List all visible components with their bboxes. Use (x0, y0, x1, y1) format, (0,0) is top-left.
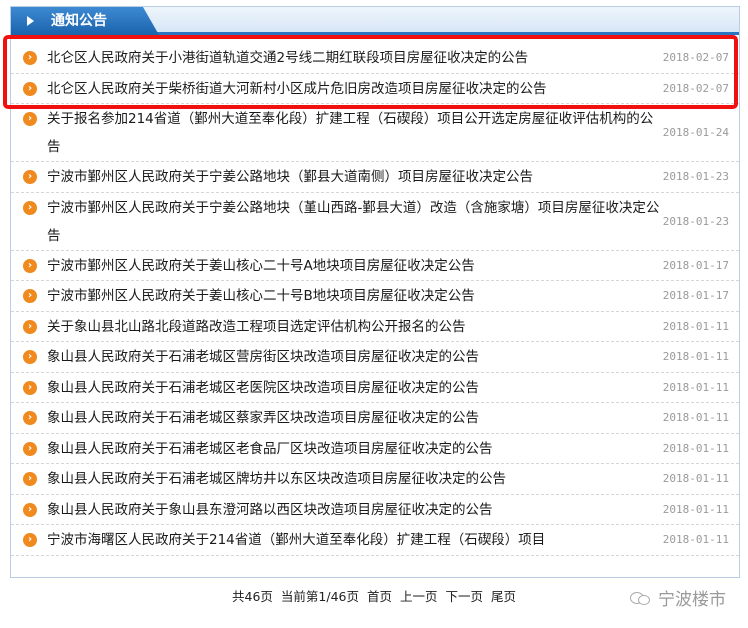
notice-date: 2018-01-11 (662, 441, 729, 455)
notice-title-link[interactable]: 宁波市鄞州区人民政府关于姜山核心二十号A地块项目房屋征收决定公告 (47, 252, 662, 280)
arrow-bullet-icon: › (23, 502, 37, 517)
watermark-text: 宁波楼市 (658, 590, 726, 610)
arrow-bullet-icon: › (23, 81, 37, 96)
notice-date: 2018-01-11 (662, 533, 729, 547)
notice-title-link[interactable]: 象山县人民政府关于象山县东澄河路以西区块改造项目房屋征收决定的公告 (47, 496, 662, 524)
next-page-link[interactable]: 下一页 (445, 589, 483, 604)
notice-title-link[interactable]: 北仑区人民政府关于柴桥街道大河新村小区成片危旧房改造项目房屋征收决定的公告 (47, 75, 662, 103)
notice-date: 2018-01-23 (662, 170, 729, 184)
first-page-link[interactable]: 首页 (367, 589, 392, 604)
notice-title-link[interactable]: 象山县人民政府关于石浦老城区蔡家弄区块改造项目房屋征收决定的公告 (47, 404, 662, 432)
notice-date: 2018-01-11 (662, 319, 729, 333)
notice-date: 2018-02-07 (662, 51, 729, 65)
notice-date: 2018-01-11 (662, 502, 729, 516)
notice-row[interactable]: › 关于象山县北山路北段道路改造工程项目选定评估机构公开报名的公告 2018-01-… (11, 312, 739, 342)
notice-date: 2018-01-11 (662, 350, 729, 364)
arrow-bullet-icon: › (23, 258, 37, 273)
arrow-bullet-icon: › (23, 380, 37, 395)
prev-page-link[interactable]: 上一页 (400, 589, 438, 604)
arrow-bullet-icon: › (23, 112, 37, 126)
notice-row[interactable]: › 象山县人民政府关于石浦老城区蔡家弄区块改造项目房屋征收决定的公告 2018-01… (11, 403, 739, 434)
notice-row[interactable]: › 象山县人民政府关于石浦老城区牌坊井以东区块改造项目房屋征收决定的公告 2018-… (11, 464, 739, 495)
notice-title-link[interactable]: 宁波市鄞州区人民政府关于宁姜公路地块（鄞县大道南侧）项目房屋征收决定公告 (47, 163, 662, 191)
page-total: 共46页 (232, 589, 273, 604)
arrow-bullet-icon: › (23, 200, 37, 215)
watermark: 宁波楼市 (630, 585, 726, 610)
notice-row[interactable]: › 北仑区人民政府关于柴桥街道大河新村小区成片危旧房改造项目房屋征收决定的公告 20… (11, 74, 739, 104)
arrow-bullet-icon: › (23, 170, 37, 184)
notice-title-link[interactable]: 象山县人民政府关于石浦老城区老食品厂区块改造项目房屋征收决定的公告 (47, 435, 662, 463)
notice-row[interactable]: › 宁波市鄞州区人民政府关于姜山核心二十号B地块项目房屋征收决定公告 2018-01… (11, 281, 739, 312)
notice-row[interactable]: › 象山县人民政府关于石浦老城区老食品厂区块改造项目房屋征收决定的公告 2018-0… (11, 434, 739, 464)
arrow-bullet-icon: › (23, 289, 37, 303)
notice-title-link[interactable]: 关于报名参加214省道（鄞州大道至奉化段）扩建工程（石碶段）项目公开选定房屋征收… (47, 105, 662, 161)
panel-header: 通知公告 (11, 7, 739, 35)
notice-title-link[interactable]: 北仑区人民政府关于小港街道轨道交通2号线二期红联段项目房屋征收决定的公告 (47, 44, 662, 72)
notice-date: 2018-01-17 (662, 289, 729, 303)
notice-title-link[interactable]: 宁波市海曙区人民政府关于214省道（鄞州大道至奉化段）扩建工程（石碶段）项目 (47, 526, 662, 554)
wechat-icon (630, 590, 652, 606)
notice-date: 2018-01-24 (662, 126, 729, 139)
notice-row[interactable]: › 宁波市鄞州区人民政府关于宁姜公路地块（鄞县大道南侧）项目房屋征收决定公告 201… (11, 162, 739, 193)
notice-date: 2018-02-07 (662, 81, 729, 95)
notice-date: 2018-01-11 (662, 472, 729, 486)
notice-row[interactable]: › 宁波市鄞州区人民政府关于姜山核心二十号A地块项目房屋征收决定公告 2018-01… (11, 251, 739, 281)
notice-title-link[interactable]: 象山县人民政府关于石浦老城区老医院区块改造项目房屋征收决定的公告 (47, 374, 662, 402)
arrow-bullet-icon: › (23, 533, 37, 547)
arrow-bullet-icon: › (23, 319, 37, 334)
notice-row[interactable]: › 象山县人民政府关于石浦老城区老医院区块改造项目房屋征收决定的公告 2018-01… (11, 373, 739, 403)
notice-title-link[interactable]: 象山县人民政府关于石浦老城区营房街区块改造项目房屋征收决定的公告 (47, 343, 662, 371)
notice-date: 2018-01-23 (662, 214, 729, 228)
arrow-bullet-icon: › (23, 472, 37, 486)
notice-title-link[interactable]: 关于象山县北山路北段道路改造工程项目选定评估机构公开报名的公告 (47, 313, 662, 341)
notice-list: › 北仑区人民政府关于小港街道轨道交通2号线二期红联段项目房屋征收决定的公告 201… (11, 43, 739, 556)
notice-row[interactable]: › 宁波市鄞州区人民政府关于宁姜公路地块（堇山西路-鄞县大道）改造（含施家塘）项目… (11, 193, 739, 251)
page-current: 当前第1/46页 (280, 589, 359, 604)
notice-row[interactable]: › 关于报名参加214省道（鄞州大道至奉化段）扩建工程（石碶段）项目公开选定房屋征… (11, 104, 739, 162)
arrow-bullet-icon: › (23, 350, 37, 364)
arrow-right-icon (27, 16, 34, 26)
notice-tab[interactable]: 通知公告 (11, 7, 159, 35)
notice-row[interactable]: › 象山县人民政府关于石浦老城区营房街区块改造项目房屋征收决定的公告 2018-01… (11, 342, 739, 373)
notice-title-link[interactable]: 宁波市鄞州区人民政府关于宁姜公路地块（堇山西路-鄞县大道）改造（含施家塘）项目房… (47, 194, 662, 250)
notice-row[interactable]: › 象山县人民政府关于象山县东澄河路以西区块改造项目房屋征收决定的公告 2018-0… (11, 495, 739, 525)
notice-date: 2018-01-11 (662, 411, 729, 425)
arrow-bullet-icon: › (23, 51, 37, 65)
notice-panel: 通知公告 › 北仑区人民政府关于小港街道轨道交通2号线二期红联段项目房屋征收决定的… (10, 6, 740, 578)
notice-title-link[interactable]: 宁波市鄞州区人民政府关于姜山核心二十号B地块项目房屋征收决定公告 (47, 282, 662, 310)
arrow-bullet-icon: › (23, 411, 37, 425)
notice-title-link[interactable]: 象山县人民政府关于石浦老城区牌坊井以东区块改造项目房屋征收决定的公告 (47, 465, 662, 493)
notice-date: 2018-01-17 (662, 258, 729, 272)
notice-row[interactable]: › 北仑区人民政府关于小港街道轨道交通2号线二期红联段项目房屋征收决定的公告 201… (11, 43, 739, 74)
notice-date: 2018-01-11 (662, 380, 729, 394)
last-page-link[interactable]: 尾页 (491, 589, 516, 604)
arrow-bullet-icon: › (23, 441, 37, 456)
panel-title: 通知公告 (51, 13, 107, 29)
notice-row[interactable]: › 宁波市海曙区人民政府关于214省道（鄞州大道至奉化段）扩建工程（石碶段）项目 2… (11, 525, 739, 556)
